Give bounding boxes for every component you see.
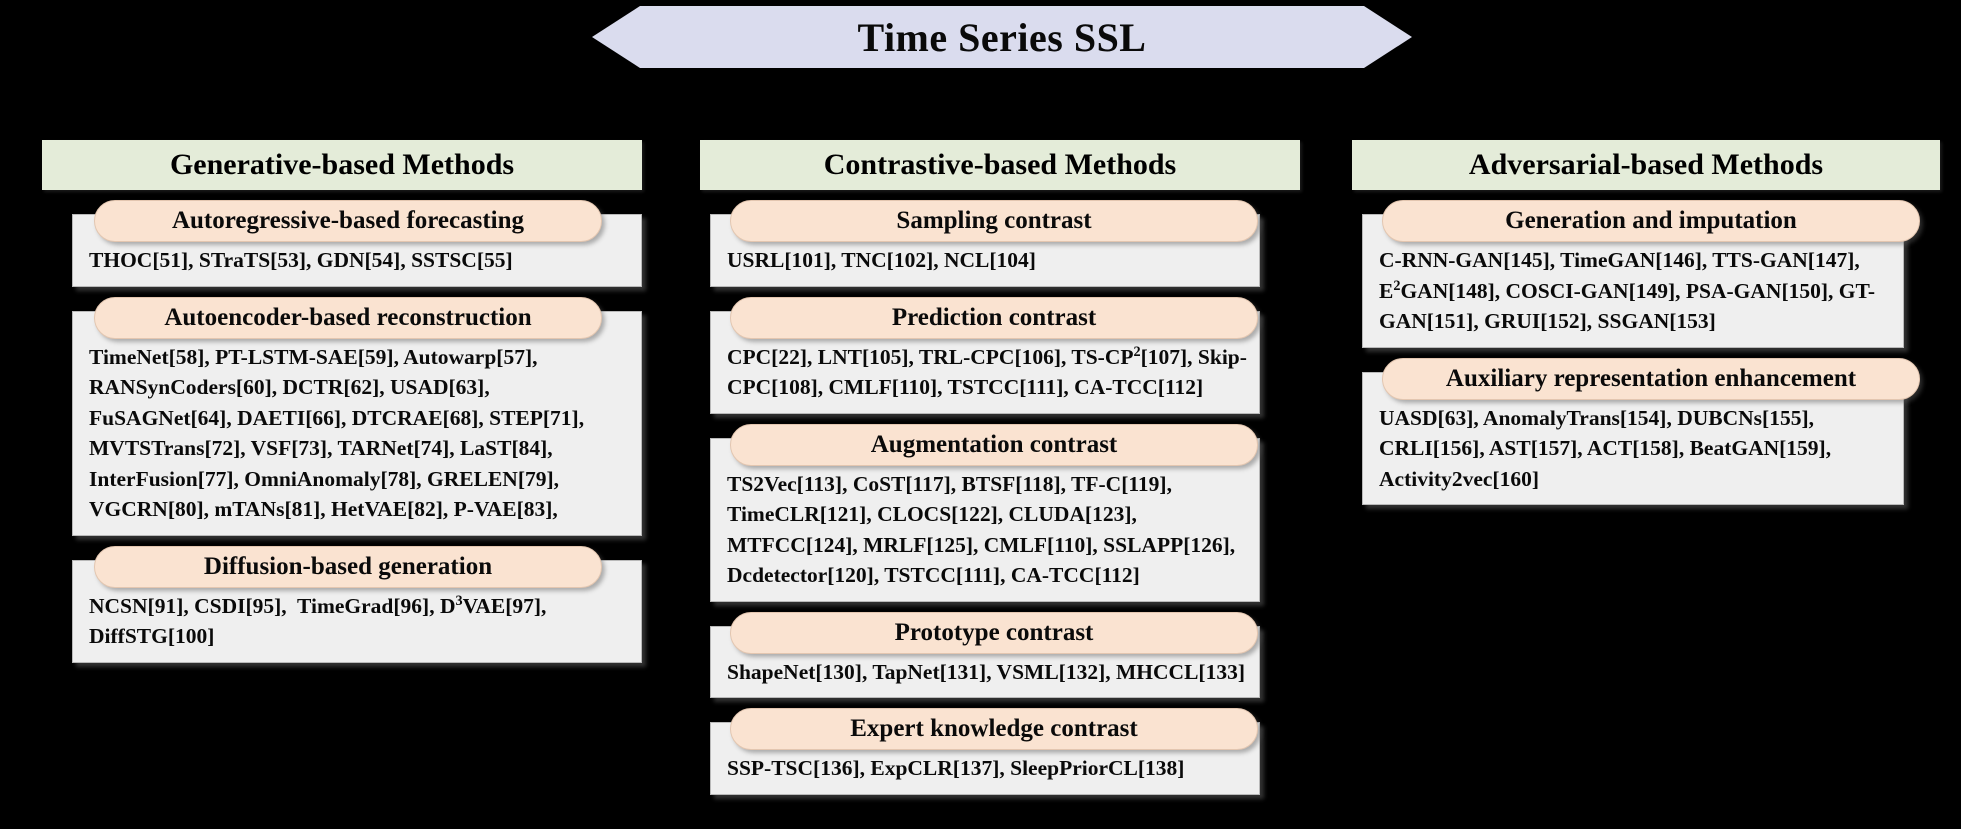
- method-block: CPC[22], LNT[105], TRL-CPC[106], TS-CP2[…: [700, 296, 1300, 414]
- block-list-contrastive: USRL[101], TNC[102], NCL[104] Sampling co…: [700, 200, 1300, 795]
- method-block: C-RNN-GAN[145], TimeGAN[146], TTS-GAN[14…: [1352, 200, 1940, 348]
- method-list: CPC[22], LNT[105], TRL-CPC[106], TS-CP2[…: [727, 343, 1247, 400]
- method-block-label[interactable]: Augmentation contrast: [730, 423, 1258, 466]
- block-list-adversarial: C-RNN-GAN[145], TimeGAN[146], TTS-GAN[14…: [1352, 200, 1940, 506]
- method-block-label[interactable]: Expert knowledge contrast: [730, 708, 1258, 751]
- method-block-body: TimeNet[58], PT-LSTM-SAE[59], Autowarp[5…: [72, 310, 642, 536]
- method-block-label[interactable]: Prediction contrast: [730, 296, 1258, 339]
- method-list: NCSN[91], CSDI[95], TimeGrad[96], D3VAE[…: [89, 592, 547, 649]
- method-list: SSP-TSC[136], ExpCLR[137], SleepPriorCL[…: [727, 756, 1185, 781]
- method-block: ShapeNet[130], TapNet[131], VSML[132], M…: [700, 611, 1300, 699]
- method-block-label[interactable]: Generation and imputation: [1382, 200, 1920, 242]
- method-list: TS2Vec[113], CoST[117], BTSF[118], TF-C[…: [727, 471, 1236, 588]
- method-block-label[interactable]: Autoencoder-based reconstruction: [94, 296, 602, 339]
- method-list: USRL[101], TNC[102], NCL[104]: [727, 248, 1036, 272]
- method-list: UASD[63], AnomalyTrans[154], DUBCNs[155]…: [1379, 405, 1832, 491]
- method-block: NCSN[91], CSDI[95], TimeGrad[96], D3VAE[…: [42, 545, 642, 663]
- method-block: TimeNet[58], PT-LSTM-SAE[59], Autowarp[5…: [42, 296, 642, 536]
- column-header-adversarial: Adversarial-based Methods: [1352, 140, 1940, 190]
- column-generative-based-methods: Generative-based Methods THOC[51], STraT…: [42, 140, 642, 663]
- method-block: TS2Vec[113], CoST[117], BTSF[118], TF-C[…: [700, 423, 1300, 602]
- block-list-generative: THOC[51], STraTS[53], GDN[54], SSTSC[55]…: [42, 200, 642, 663]
- page-title: Time Series SSL: [857, 14, 1147, 60]
- method-list: TimeNet[58], PT-LSTM-SAE[59], Autowarp[5…: [89, 344, 585, 522]
- method-block-label[interactable]: Prototype contrast: [730, 611, 1258, 654]
- method-block-label[interactable]: Diffusion-based generation: [94, 545, 602, 588]
- method-block-label[interactable]: Auxiliary representation enhancement: [1382, 357, 1920, 400]
- method-block: USRL[101], TNC[102], NCL[104] Sampling co…: [700, 200, 1300, 287]
- method-block-label[interactable]: Autoregressive-based forecasting: [94, 200, 602, 242]
- diagram-title-banner: Time Series SSL: [592, 6, 1412, 68]
- column-header-generative: Generative-based Methods: [42, 140, 642, 190]
- column-contrastive-based-methods: Contrastive-based Methods USRL[101], TNC…: [700, 140, 1300, 795]
- column-header-contrastive: Contrastive-based Methods: [700, 140, 1300, 190]
- method-block: THOC[51], STraTS[53], GDN[54], SSTSC[55]…: [42, 200, 642, 287]
- method-block-label[interactable]: Sampling contrast: [730, 200, 1258, 242]
- method-list: ShapeNet[130], TapNet[131], VSML[132], M…: [727, 659, 1245, 684]
- method-block: SSP-TSC[136], ExpCLR[137], SleepPriorCL[…: [700, 708, 1300, 795]
- method-list: THOC[51], STraTS[53], GDN[54], SSTSC[55]: [89, 248, 513, 272]
- column-adversarial-based-methods: Adversarial-based Methods C-RNN-GAN[145]…: [1352, 140, 1940, 506]
- method-block: UASD[63], AnomalyTrans[154], DUBCNs[155]…: [1352, 357, 1940, 506]
- method-list: C-RNN-GAN[145], TimeGAN[146], TTS-GAN[14…: [1379, 248, 1876, 334]
